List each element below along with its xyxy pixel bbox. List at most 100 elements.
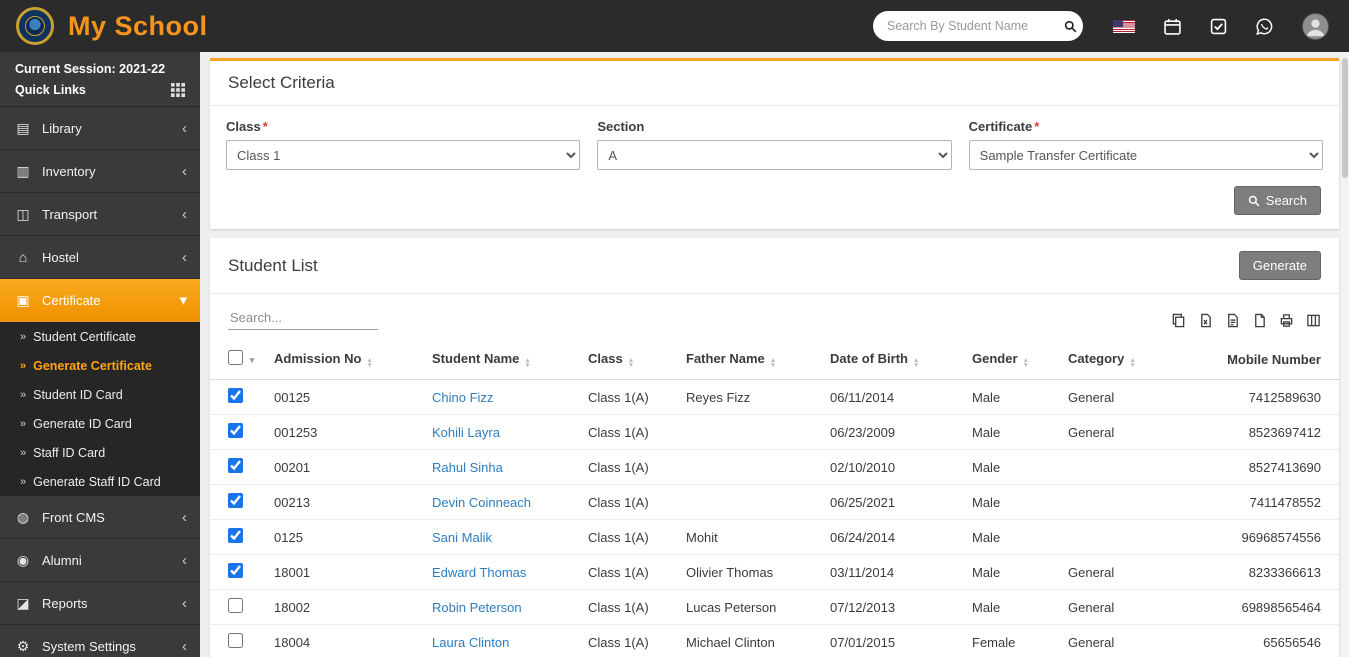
- student-name-link[interactable]: Laura Clinton: [424, 624, 580, 657]
- chevron-down-icon: ▾: [179, 291, 187, 309]
- sidebar-item-front-cms[interactable]: ◍ Front CMS ‹: [0, 496, 200, 539]
- columns-icon[interactable]: [1306, 313, 1321, 328]
- pdf-icon[interactable]: [1252, 313, 1267, 328]
- column-header-date-of-birth[interactable]: Date of Birth ▲ ▼: [822, 338, 964, 380]
- submenu-item-staff-id-card[interactable]: » Staff ID Card: [0, 438, 200, 467]
- double-arrow-icon: »: [20, 388, 27, 401]
- category-cell: [1060, 519, 1156, 555]
- sidebar-item-reports[interactable]: ◪ Reports ‹: [0, 582, 200, 625]
- mobile-cell: 7411478552: [1156, 484, 1339, 520]
- column-header-gender[interactable]: Gender ▲ ▼: [964, 338, 1060, 380]
- submenu-item-student-certificate[interactable]: » Student Certificate: [0, 322, 200, 351]
- father-name-cell: [678, 449, 822, 485]
- user-avatar[interactable]: [1302, 12, 1329, 40]
- submenu-item-generate-staff-id-card[interactable]: » Generate Staff ID Card: [0, 467, 200, 496]
- student-table: ▾ Admission No ▲ ▼ Student Name ▲ ▼ Class ▲ ▼ …: [210, 338, 1339, 657]
- tasks-icon[interactable]: [1210, 18, 1227, 35]
- excel-icon[interactable]: [1198, 313, 1213, 328]
- chevron-left-icon: ‹: [182, 119, 187, 137]
- sort-icon: ▲ ▼: [524, 356, 531, 369]
- student-list-title: Student List: [228, 255, 318, 275]
- table-row: 00201 Rahul Sinha Class 1(A) 02/10/2010 …: [210, 449, 1339, 485]
- submenu-item-generate-id-card[interactable]: » Generate ID Card: [0, 409, 200, 438]
- sort-icon: ▲ ▼: [769, 356, 777, 369]
- copy-icon[interactable]: [1171, 313, 1186, 328]
- class-select[interactable]: Class 1: [226, 140, 581, 170]
- whatsapp-icon[interactable]: [1256, 18, 1273, 35]
- student-name-link[interactable]: Rahul Sinha: [424, 449, 580, 485]
- row-checkbox[interactable]: [228, 388, 243, 403]
- class-label: Class: [226, 119, 261, 134]
- scrollbar[interactable]: [1341, 52, 1349, 657]
- row-checkbox[interactable]: [228, 528, 243, 543]
- chevron-left-icon: ‹: [182, 637, 187, 655]
- class-cell: Class 1(A): [580, 554, 678, 590]
- search-button[interactable]: Search: [1233, 186, 1321, 215]
- row-checkbox[interactable]: [228, 598, 243, 613]
- table-row: 001253 Kohili Layra Class 1(A) 06/23/200…: [210, 414, 1339, 450]
- sidebar-item-library[interactable]: ▤ Library ‹: [0, 107, 200, 150]
- search-icon[interactable]: [1064, 20, 1077, 33]
- row-checkbox[interactable]: [228, 493, 243, 508]
- dob-cell: 06/25/2021: [822, 484, 964, 520]
- column-header-class[interactable]: Class ▲ ▼: [580, 338, 678, 380]
- student-name-link[interactable]: Devin Coinneach: [424, 484, 580, 520]
- student-search-input[interactable]: [887, 19, 1064, 33]
- column-header-category[interactable]: Category ▲ ▼: [1060, 338, 1156, 380]
- select-all-checkbox[interactable]: [228, 350, 243, 365]
- sort-icon: ▲ ▼: [1129, 356, 1136, 369]
- sidebar-item-inventory[interactable]: ▥ Inventory ‹: [0, 150, 200, 193]
- student-name-link[interactable]: Robin Peterson: [424, 589, 580, 625]
- sort-icon: ▲ ▼: [366, 356, 373, 369]
- row-checkbox[interactable]: [228, 563, 243, 578]
- hostel-icon: ⌂: [18, 249, 28, 265]
- student-name-link[interactable]: Kohili Layra: [424, 414, 580, 450]
- gender-cell: Male: [964, 554, 1060, 590]
- admission-no-cell: 18001: [266, 554, 424, 590]
- category-cell: [1060, 449, 1156, 485]
- submenu-item-generate-certificate[interactable]: » Generate Certificate: [0, 351, 200, 380]
- gender-cell: Male: [964, 379, 1060, 415]
- us-flag-icon[interactable]: [1113, 19, 1135, 33]
- print-icon[interactable]: [1279, 313, 1294, 328]
- quick-links[interactable]: Quick Links: [0, 78, 200, 106]
- father-name-cell: [678, 414, 822, 450]
- sort-icon: ▲ ▼: [1022, 356, 1029, 369]
- sidebar-item-hostel[interactable]: ⌂ Hostel ‹: [0, 236, 200, 279]
- row-checkbox[interactable]: [228, 423, 243, 438]
- header-icon-group: [1113, 12, 1329, 40]
- class-cell: Class 1(A): [580, 484, 678, 520]
- sidebar-item-certificate[interactable]: ▣ Certificate ▾: [0, 279, 200, 322]
- app-root: My School Current Session: 2021-22: [0, 0, 1349, 657]
- certificate-select[interactable]: Sample Transfer Certificate: [968, 140, 1323, 170]
- generate-button[interactable]: Generate: [1238, 251, 1321, 280]
- school-logo[interactable]: [16, 7, 54, 45]
- table-search-input[interactable]: [228, 306, 378, 330]
- student-name-link[interactable]: Sani Malik: [424, 519, 580, 555]
- submenu-item-student-id-card[interactable]: » Student ID Card: [0, 380, 200, 409]
- table-row: 18004 Laura Clinton Class 1(A) Michael C…: [210, 624, 1339, 657]
- sidebar-item-transport[interactable]: ◫ Transport ‹: [0, 193, 200, 236]
- column-header-admission-no[interactable]: Admission No ▲ ▼: [266, 338, 424, 380]
- column-header-father-name[interactable]: Father Name ▲ ▼: [678, 338, 822, 380]
- row-checkbox[interactable]: [228, 458, 243, 473]
- sidebar-item-alumni[interactable]: ◉ Alumni ‹: [0, 539, 200, 582]
- row-checkbox[interactable]: [228, 633, 243, 648]
- certificate-submenu: » Student Certificate » Generate Certifi…: [0, 322, 200, 496]
- student-name-link[interactable]: Edward Thomas: [424, 554, 580, 590]
- section-field: Section A: [597, 119, 952, 170]
- csv-icon[interactable]: [1225, 313, 1240, 328]
- gender-cell: Female: [964, 624, 1060, 657]
- calendar-icon[interactable]: [1164, 18, 1181, 35]
- scrollbar-thumb[interactable]: [1342, 58, 1348, 178]
- admission-no-cell: 18002: [266, 589, 424, 625]
- section-select[interactable]: A: [597, 140, 952, 170]
- student-name-link[interactable]: Chino Fizz: [424, 379, 580, 415]
- column-header-mobile-number[interactable]: Mobile Number: [1156, 338, 1339, 380]
- dob-cell: 06/11/2014: [822, 379, 964, 415]
- chevron-left-icon: ‹: [182, 508, 187, 526]
- mobile-cell: 8523697412: [1156, 414, 1339, 450]
- sidebar-menu: ▤ Library ‹ ▥ Inventory ‹ ◫ Transport ‹ …: [0, 106, 200, 657]
- sidebar-item-system-settings[interactable]: ⚙ System Settings ‹: [0, 625, 200, 657]
- column-header-student-name[interactable]: Student Name ▲ ▼: [424, 338, 580, 380]
